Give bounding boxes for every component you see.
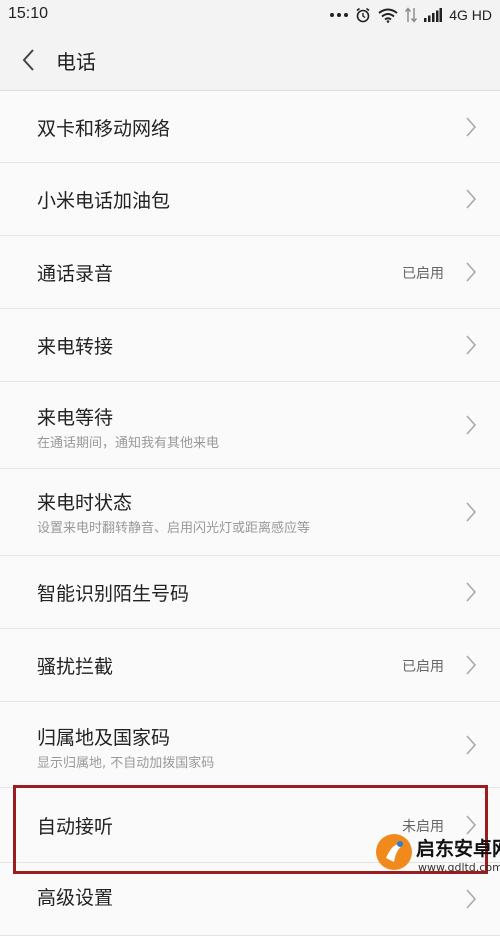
- chevron-right-icon: [466, 335, 477, 355]
- chevron-right-icon: [466, 415, 477, 435]
- signal-icon: [424, 8, 443, 22]
- chevron-right-icon: [466, 655, 477, 675]
- page-title: 电话: [56, 50, 96, 74]
- app-header: 电话: [0, 30, 500, 90]
- item-label: 骚扰拦截: [37, 656, 114, 678]
- network-type: 4G HD: [449, 7, 492, 23]
- item-description: 显示归属地, 不自动加拨国家码: [37, 756, 215, 771]
- item-label: 来电转接: [37, 336, 114, 358]
- settings-item-advanced[interactable]: 高级设置: [0, 863, 500, 936]
- item-description: 设置来电时翻转静音、启用闪光灯或距离感应等: [37, 521, 311, 536]
- settings-item-auto-answer[interactable]: 自动接听 未启用: [0, 788, 500, 863]
- item-label: 高级设置: [37, 887, 114, 909]
- status-bar: 15:10 4G HD: [0, 0, 500, 30]
- item-label: 智能识别陌生号码: [37, 583, 190, 605]
- settings-item-incoming-call-state[interactable]: 来电时状态 设置来电时翻转静音、启用闪光灯或距离感应等: [0, 469, 500, 556]
- settings-item-call-forwarding[interactable]: 来电转接: [0, 309, 500, 382]
- settings-item-call-waiting[interactable]: 来电等待 在通话期间，通知我有其他来电: [0, 382, 500, 469]
- chevron-right-icon: [466, 189, 477, 209]
- alarm-icon: [356, 7, 370, 23]
- status-icons: 4G HD: [330, 4, 492, 26]
- item-description: 在通话期间，通知我有其他来电: [37, 436, 220, 451]
- item-label: 来电时状态: [37, 492, 133, 514]
- more-dots-icon: [330, 13, 349, 17]
- data-arrows-icon: [405, 7, 418, 23]
- settings-item-mi-data-pack[interactable]: 小米电话加油包: [0, 163, 500, 236]
- settings-item-call-recording[interactable]: 通话录音 已启用: [0, 236, 500, 309]
- settings-item-dual-sim[interactable]: 双卡和移动网络: [0, 91, 500, 163]
- item-label: 双卡和移动网络: [37, 118, 171, 140]
- status-value: 已启用: [402, 266, 444, 282]
- item-label: 归属地及国家码: [37, 727, 171, 749]
- settings-item-smart-identify[interactable]: 智能识别陌生号码: [0, 556, 500, 629]
- chevron-right-icon: [466, 117, 477, 137]
- wifi-icon: [378, 8, 398, 23]
- chevron-right-icon: [466, 502, 477, 522]
- chevron-right-icon: [466, 889, 477, 909]
- chevron-right-icon: [466, 582, 477, 602]
- item-label: 小米电话加油包: [37, 190, 171, 212]
- status-value: 未启用: [402, 819, 444, 835]
- item-label: 来电等待: [37, 407, 114, 429]
- item-label: 自动接听: [37, 816, 114, 838]
- status-value: 已启用: [402, 659, 444, 675]
- settings-item-harassment-block[interactable]: 骚扰拦截 已启用: [0, 629, 500, 702]
- settings-list: 双卡和移动网络 小米电话加油包 通话录音 已启用 来电转接 来电等待 在通话期间…: [0, 91, 500, 936]
- chevron-left-icon[interactable]: [14, 44, 46, 76]
- chevron-right-icon: [466, 735, 477, 755]
- chevron-right-icon: [466, 262, 477, 282]
- item-label: 通话录音: [37, 263, 114, 285]
- status-time: 15:10: [8, 5, 49, 22]
- settings-item-location-country-code[interactable]: 归属地及国家码 显示归属地, 不自动加拨国家码: [0, 702, 500, 788]
- chevron-right-icon: [466, 815, 477, 835]
